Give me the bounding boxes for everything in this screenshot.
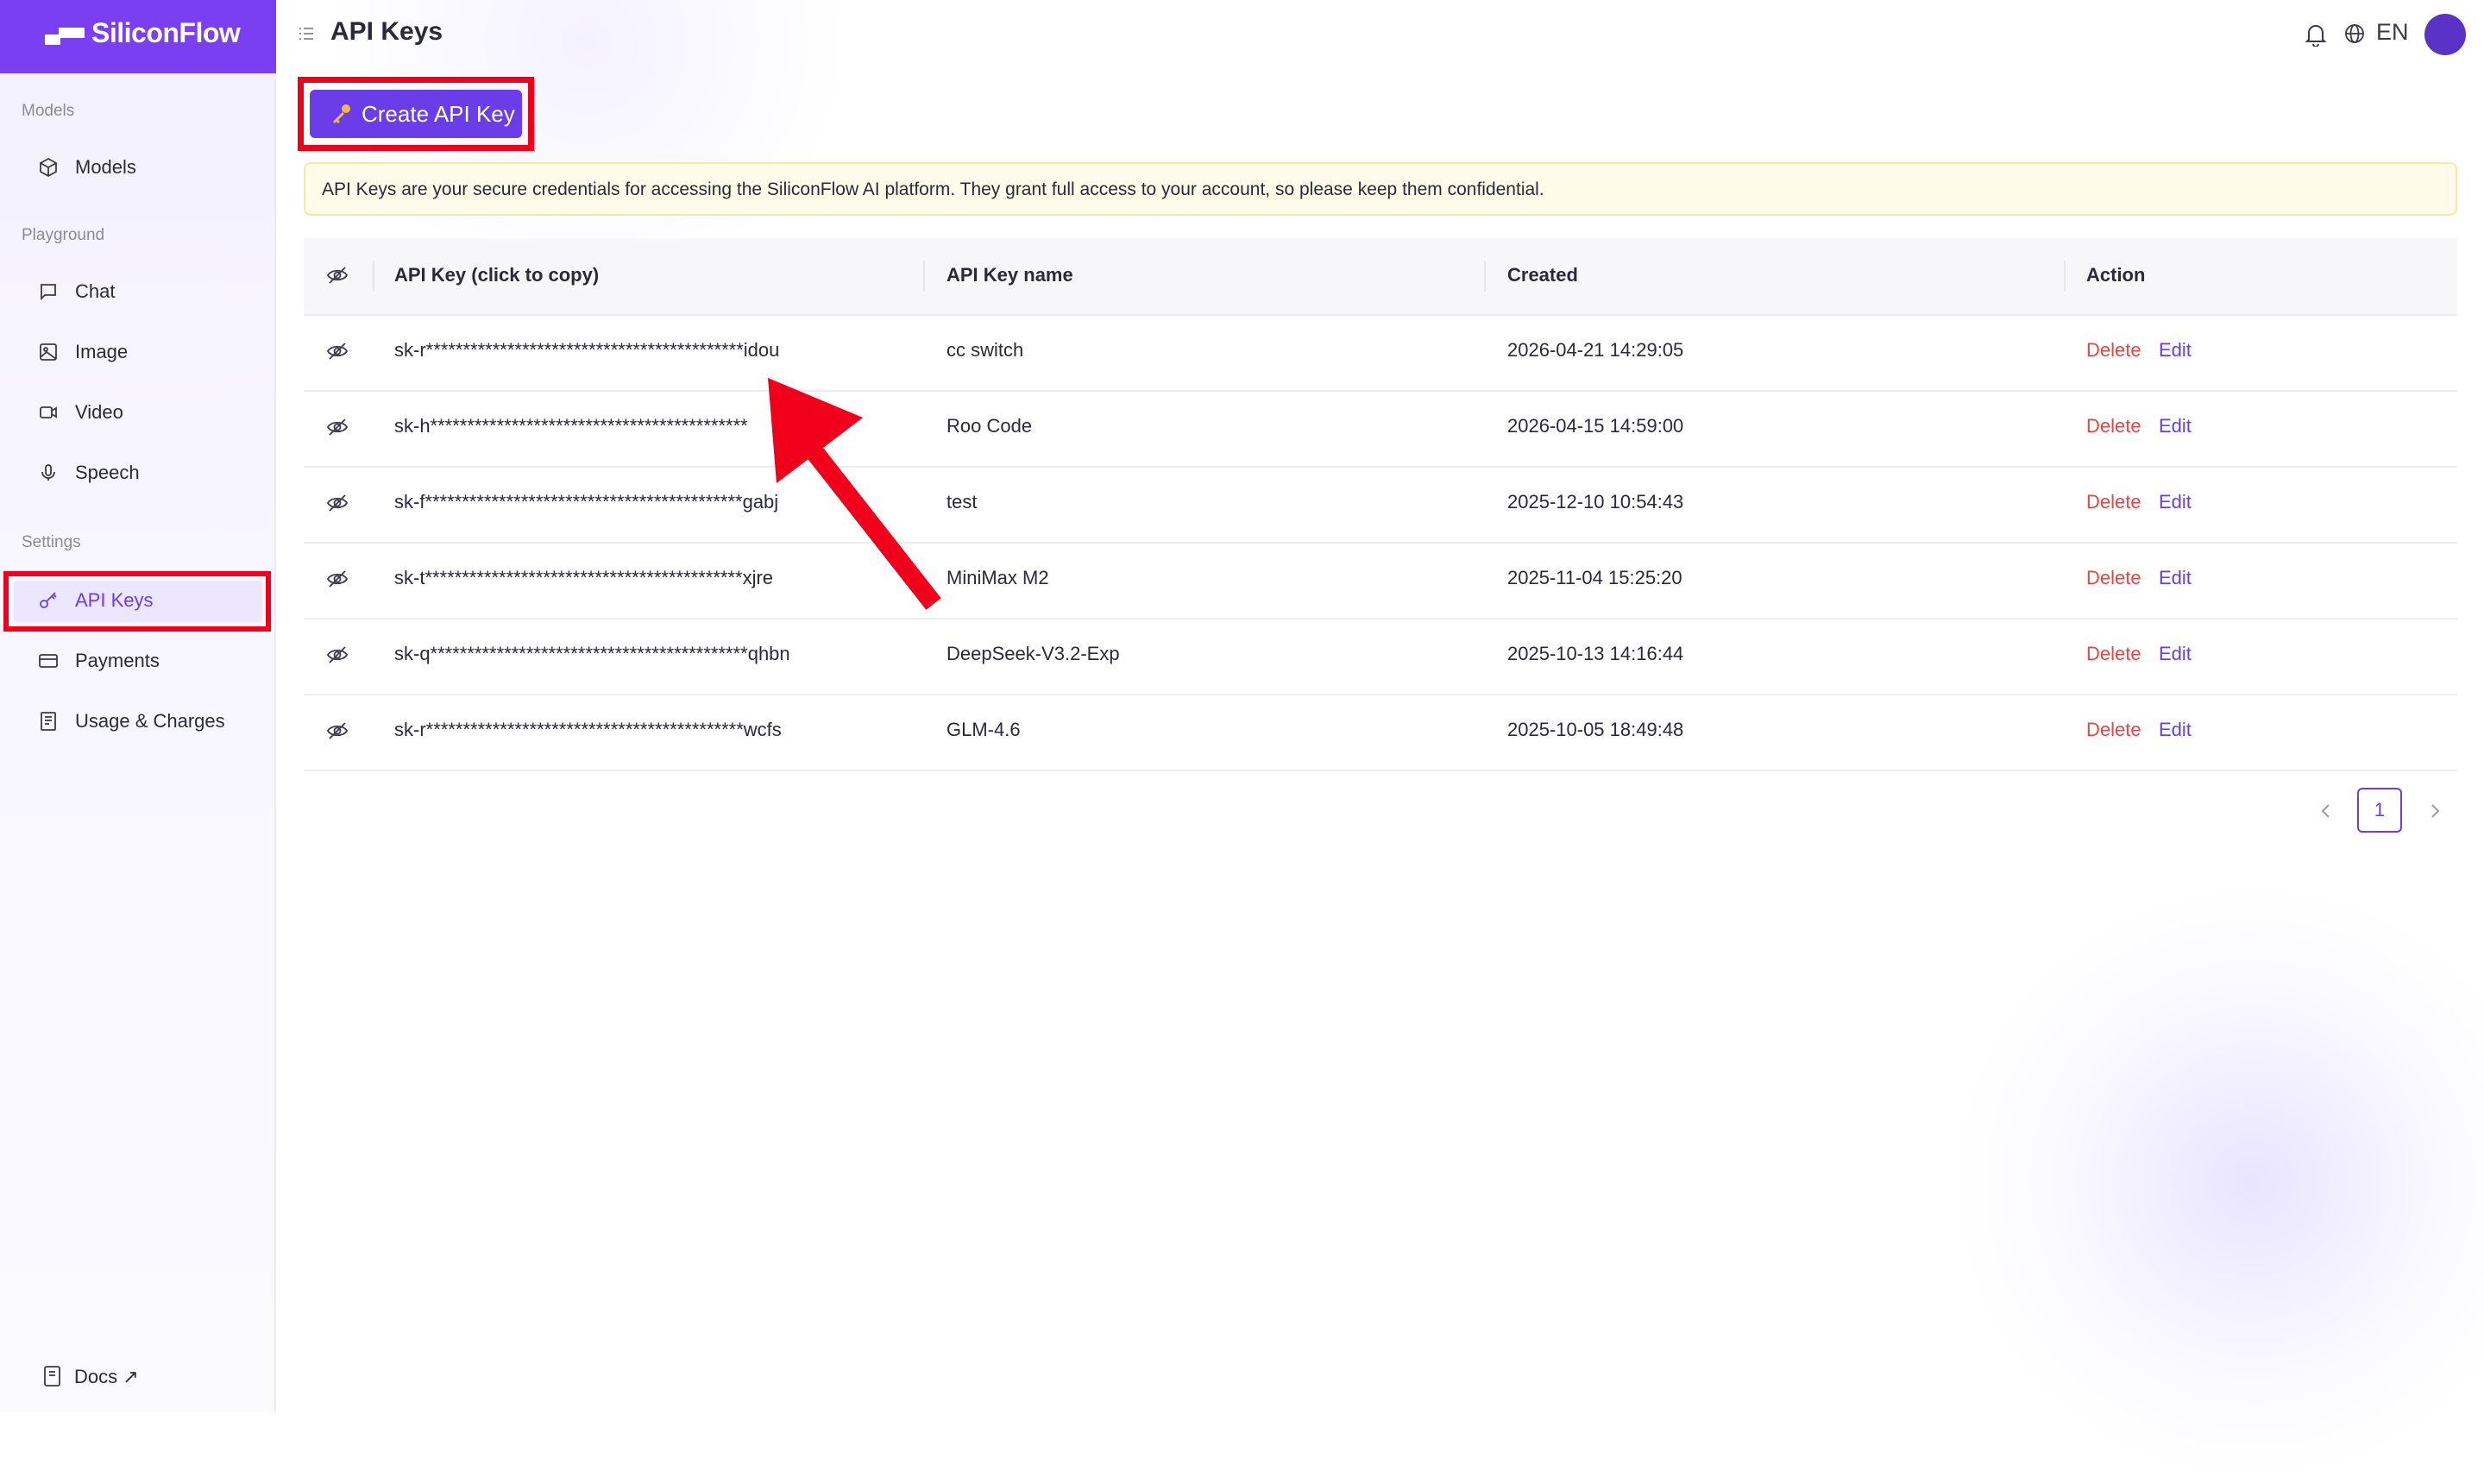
sidebar-item-label: Video	[75, 401, 123, 423]
section-settings: Settings	[22, 533, 81, 551]
logo-bar[interactable]: SiliconFlow	[0, 0, 276, 73]
created-date: 2025-10-13 14:16:44	[1507, 643, 1684, 664]
table-header: API Key (click to copy) API Key name Cre…	[304, 238, 2457, 316]
table-row: sk-q************************************…	[304, 618, 2457, 695]
sidebar-item-models[interactable]: Models	[12, 145, 262, 190]
column-divider	[2064, 261, 2066, 292]
created-date: 2025-12-10 10:54:43	[1507, 491, 1684, 512]
toggle-visibility-icon[interactable]	[326, 416, 349, 438]
edit-button[interactable]: Edit	[2159, 491, 2192, 513]
chevron-right-icon[interactable]	[2424, 801, 2445, 821]
created-date: 2025-11-04 15:25:20	[1507, 567, 1682, 588]
api-key-value[interactable]: sk-q************************************…	[394, 643, 790, 665]
api-key-name: GLM-4.6	[946, 719, 1021, 740]
siliconflow-logo-icon	[45, 28, 85, 45]
api-key-value[interactable]: sk-h************************************…	[394, 415, 748, 437]
delete-button[interactable]: Delete	[2086, 415, 2141, 437]
delete-button[interactable]: Delete	[2086, 643, 2141, 665]
api-key-name: Roo Code	[946, 415, 1033, 437]
table-row: sk-r************************************…	[304, 694, 2457, 771]
column-divider	[373, 261, 374, 292]
table-row: sk-t************************************…	[304, 542, 2457, 619]
info-notice: API Keys are your secure credentials for…	[304, 162, 2457, 216]
created-date: 2026-04-21 14:29:05	[1507, 339, 1684, 361]
sidebar-item-label: Chat	[75, 280, 116, 302]
chevron-left-icon[interactable]	[2316, 801, 2336, 821]
microphone-icon	[41, 464, 55, 481]
column-divider	[923, 261, 925, 292]
column-divider	[1484, 261, 1486, 292]
api-keys-table: API Key (click to copy) API Key name Cre…	[304, 238, 2457, 771]
receipt-icon	[41, 712, 56, 731]
table-row: sk-f************************************…	[304, 466, 2457, 544]
edit-button[interactable]: Edit	[2159, 719, 2192, 741]
globe-icon[interactable]	[2343, 22, 2366, 45]
annotation-highlight-api-keys	[3, 571, 271, 632]
annotation-highlight-create-button	[298, 77, 534, 151]
video-icon	[40, 406, 57, 418]
sidebar-item-image[interactable]: Image	[12, 330, 262, 374]
api-key-value[interactable]: sk-r************************************…	[394, 719, 782, 741]
menu-toggle-icon[interactable]	[299, 26, 314, 41]
created-date: 2026-04-15 14:59:00	[1507, 415, 1684, 437]
toggle-visibility-icon[interactable]	[326, 644, 349, 666]
table-row: sk-h************************************…	[304, 390, 2457, 468]
sidebar-item-label: Speech	[75, 462, 140, 483]
table-row: sk-r************************************…	[304, 314, 2457, 392]
api-key-value[interactable]: sk-f************************************…	[394, 491, 778, 513]
toggle-visibility-icon[interactable]	[326, 492, 349, 514]
bell-icon[interactable]	[2305, 22, 2327, 47]
sidebar: SiliconFlow Models Models Playground Cha…	[0, 0, 276, 1412]
edit-button[interactable]: Edit	[2159, 567, 2192, 589]
toggle-visibility-icon[interactable]	[326, 568, 349, 590]
sidebar-item-label: Usage & Charges	[75, 710, 225, 732]
sidebar-item-chat[interactable]: Chat	[12, 269, 262, 314]
api-key-name: cc switch	[946, 339, 1024, 361]
column-header-name: API Key name	[946, 264, 1073, 286]
credit-card-icon	[39, 654, 58, 668]
chat-icon	[41, 284, 56, 301]
app-name: SiliconFlow	[91, 17, 241, 48]
edit-button[interactable]: Edit	[2159, 339, 2192, 362]
edit-button[interactable]: Edit	[2159, 643, 2192, 665]
delete-button[interactable]: Delete	[2086, 719, 2141, 741]
language-selector[interactable]: EN	[2376, 19, 2409, 46]
section-models: Models	[22, 102, 75, 120]
docs-link[interactable]: Docs ↗	[74, 1366, 139, 1388]
toggle-visibility-icon[interactable]	[326, 340, 349, 362]
book-icon	[44, 1366, 60, 1387]
sidebar-item-payments[interactable]: Payments	[12, 638, 262, 683]
api-key-value[interactable]: sk-r************************************…	[394, 339, 779, 362]
sidebar-item-label: Payments	[75, 650, 160, 671]
delete-button[interactable]: Delete	[2086, 491, 2141, 513]
page-title: API Keys	[330, 17, 443, 46]
avatar[interactable]	[2424, 14, 2466, 55]
background-glow-bottom	[1950, 880, 2484, 1484]
column-header-key: API Key (click to copy)	[394, 264, 600, 286]
pagination-page[interactable]: 1	[2357, 788, 2402, 833]
sidebar-item-label: Image	[75, 341, 129, 362]
toggle-visibility-all-icon[interactable]	[326, 264, 349, 286]
edit-button[interactable]: Edit	[2159, 415, 2192, 437]
delete-button[interactable]: Delete	[2086, 339, 2141, 362]
api-key-value[interactable]: sk-t************************************…	[394, 567, 773, 589]
sidebar-item-usage[interactable]: Usage & Charges	[12, 699, 262, 744]
sidebar-item-label: Models	[75, 156, 136, 178]
section-playground: Playground	[22, 226, 105, 244]
delete-button[interactable]: Delete	[2086, 567, 2141, 589]
api-key-name: MiniMax M2	[946, 567, 1049, 588]
column-header-action: Action	[2086, 264, 2146, 286]
column-header-created: Created	[1507, 264, 1578, 286]
api-key-name: test	[946, 491, 978, 512]
sidebar-item-video[interactable]: Video	[12, 390, 262, 435]
cube-icon	[40, 157, 57, 178]
created-date: 2025-10-05 18:49:48	[1507, 719, 1684, 740]
image-icon	[40, 343, 57, 361]
toggle-visibility-icon[interactable]	[326, 720, 349, 742]
sidebar-item-speech[interactable]: Speech	[12, 450, 262, 495]
api-key-name: DeepSeek-V3.2-Exp	[946, 643, 1120, 664]
